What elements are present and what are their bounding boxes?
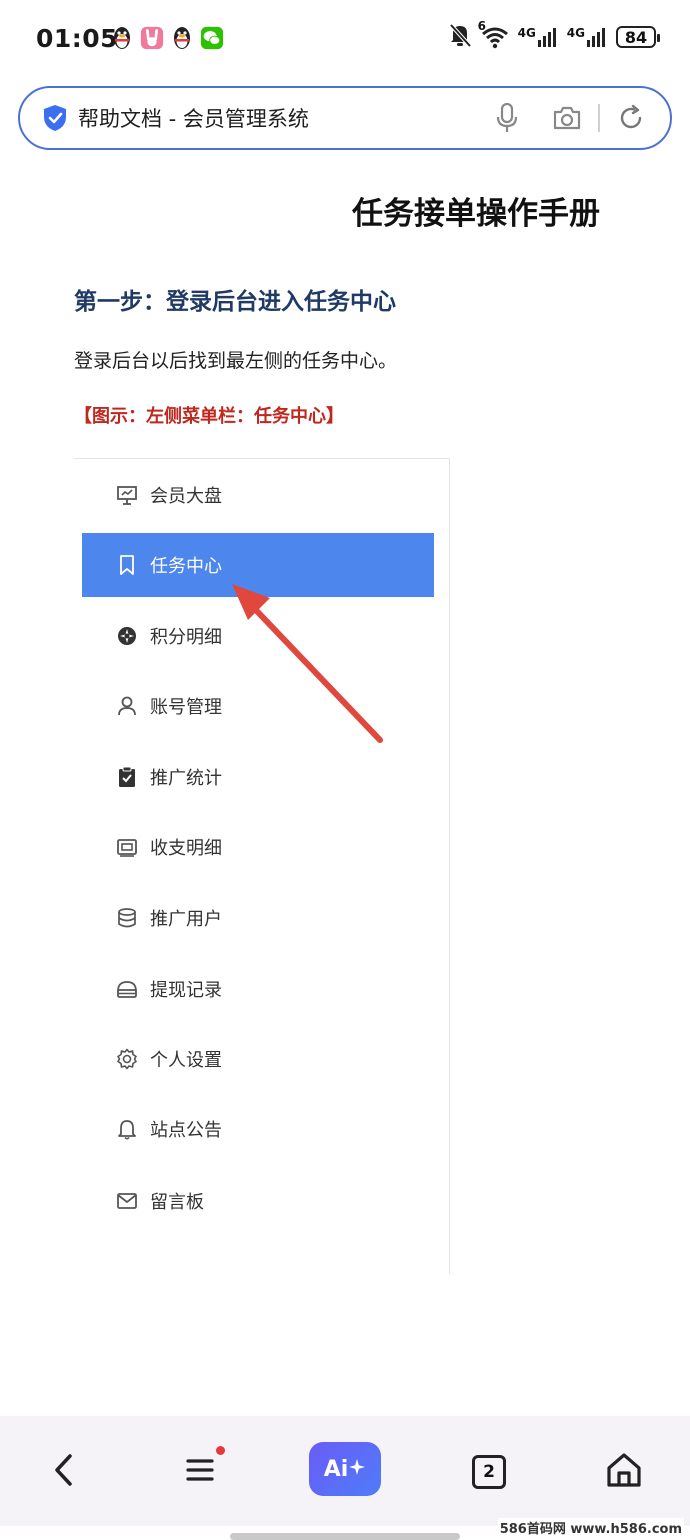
sidebar-item-label: 推广用户 <box>150 909 222 930</box>
sidebar-item-site-notice: 站点公告 <box>82 1097 434 1161</box>
money-icon <box>116 836 138 858</box>
sidebar-item-withdraw-records: 提现记录 <box>82 957 434 1021</box>
sidebar-item-label: 会员大盘 <box>150 486 222 507</box>
qq-penguin-icon <box>110 24 134 52</box>
notification-icons <box>110 24 224 52</box>
reload-icon[interactable] <box>614 101 648 135</box>
sidebar-item-label: 积分明细 <box>150 627 222 648</box>
sidebar-item-income-expense: 收支明细 <box>82 815 434 879</box>
microphone-icon[interactable] <box>490 101 524 135</box>
sidebar-item-personal-settings: 个人设置 <box>82 1027 434 1091</box>
network-label: 4G <box>566 26 585 40</box>
sidebar-item-label: 推广统计 <box>150 768 222 789</box>
bell-icon <box>116 1118 138 1140</box>
step-description: 登录后台以后找到最左侧的任务中心。 <box>74 350 398 372</box>
step-heading: 第一步：登录后台进入任务中心 <box>74 289 396 315</box>
ai-label: Ai <box>323 1456 349 1482</box>
sidebar-item-label: 个人设置 <box>150 1050 222 1071</box>
tabs-button[interactable]: 2 <box>461 1444 517 1500</box>
address-bar[interactable]: 帮助文档 - 会员管理系统 <box>18 86 672 150</box>
sidebar-item-account-management: 账号管理 <box>82 674 434 738</box>
wifi-icon: 6 <box>478 19 510 49</box>
wechat-icon <box>200 24 224 52</box>
bookmark-icon <box>116 554 138 576</box>
battery-indicator: 84 <box>616 26 660 48</box>
figure-caption: 【图示：左侧菜单栏：任务中心】 <box>74 406 344 427</box>
watermark: 586首码网 www.h586.com <box>497 1518 684 1537</box>
sidebar-item-promoted-users: 推广用户 <box>82 886 434 950</box>
status-time: 01:05 <box>36 24 119 53</box>
sparkle-icon <box>348 1457 366 1482</box>
mail-icon <box>116 1190 138 1212</box>
rabbit-app-icon <box>140 24 164 52</box>
address-divider <box>598 104 600 132</box>
system-icons: 6 4G 4G 84 <box>448 19 660 52</box>
sidebar-item-label: 提现记录 <box>150 980 222 1001</box>
sidebar-item-label: 账号管理 <box>150 697 222 718</box>
wallet-icon <box>116 978 138 1000</box>
sidebar-item-task-center: 任务中心 <box>82 533 434 597</box>
document-title: 任务接单操作手册 <box>352 196 600 232</box>
presentation-chart-icon <box>116 484 138 506</box>
clipboard-check-icon <box>116 766 138 788</box>
sidebar-item-member-dashboard: 会员大盘 <box>82 463 434 527</box>
sidebar-item-label: 站点公告 <box>150 1120 222 1141</box>
back-button[interactable] <box>36 1444 92 1500</box>
tabs-count: 2 <box>472 1455 506 1489</box>
gear-icon <box>116 1048 138 1070</box>
compass-icon <box>116 625 138 647</box>
wifi-label: 6 <box>477 19 486 33</box>
page-title[interactable]: 帮助文档 - 会员管理系统 <box>78 103 490 133</box>
shield-icon <box>42 104 68 132</box>
notification-dot <box>216 1446 225 1455</box>
home-button[interactable] <box>596 1444 652 1500</box>
camera-icon[interactable] <box>550 101 584 135</box>
sidebar-item-label: 收支明细 <box>150 838 222 859</box>
user-icon <box>116 695 138 717</box>
mute-bell-icon <box>448 22 472 52</box>
chevron-left-icon <box>52 1452 76 1492</box>
status-bar: 01:05 6 4G 4G 84 <box>0 0 690 80</box>
sidebar-item-points-detail: 积分明细 <box>82 604 434 668</box>
database-icon <box>116 907 138 929</box>
bottom-navigation: Ai 2 <box>0 1416 690 1526</box>
home-indicator <box>230 1533 460 1540</box>
hamburger-menu-icon <box>185 1456 215 1488</box>
sidebar-item-promotion-stats: 推广统计 <box>82 745 434 809</box>
sidebar-menu-figure: 会员大盘 任务中心 积分明细 账号管理 推广统计 收支明细 推广用户 提现记录 … <box>74 458 450 1274</box>
ai-assistant-button[interactable]: Ai <box>309 1442 381 1496</box>
sidebar-item-label: 留言板 <box>150 1192 204 1213</box>
home-icon <box>605 1452 643 1492</box>
network-label: 4G <box>517 26 536 40</box>
qq-penguin-icon <box>170 24 194 52</box>
signal-4g-icon: 4G <box>567 26 608 48</box>
signal-4g-icon: 4G <box>518 26 559 48</box>
sidebar-item-label: 任务中心 <box>150 556 222 577</box>
sidebar-item-message-board: 留言板 <box>82 1169 434 1233</box>
